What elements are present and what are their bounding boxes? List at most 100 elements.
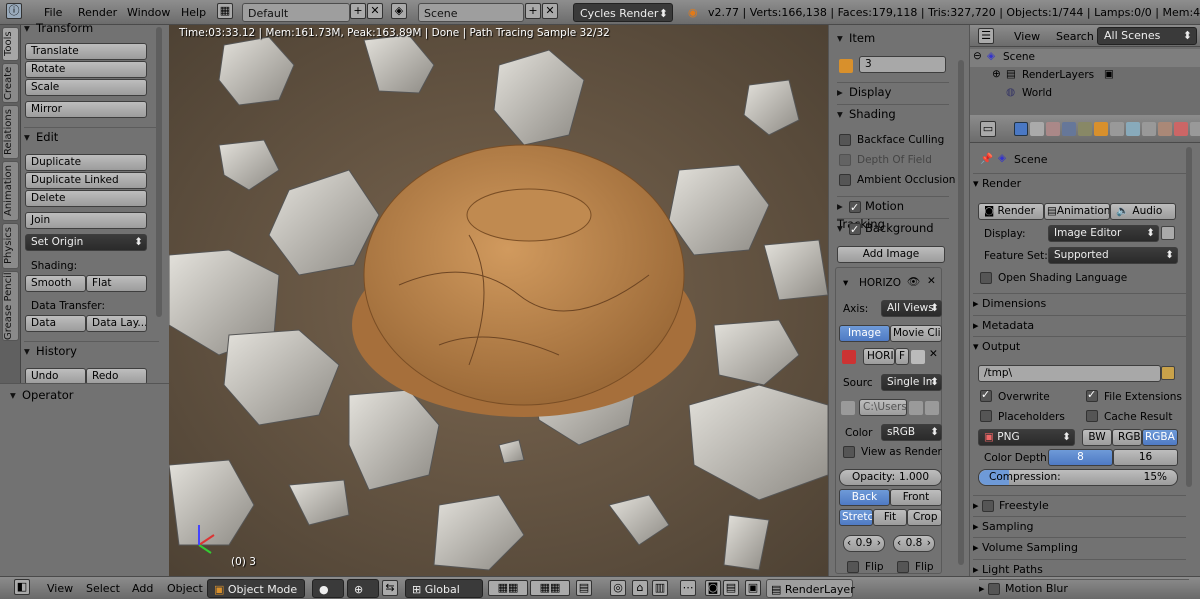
source-dropdown[interactable]: Single Im ⬍	[881, 374, 942, 391]
audio-button[interactable]: 🔈 Audio	[1110, 203, 1176, 220]
axis-dropdown[interactable]: All Views ⬍	[881, 300, 942, 317]
render-button[interactable]: ◙ Render	[978, 203, 1044, 220]
world-tab-icon[interactable]	[1062, 122, 1076, 136]
properties-editor-icon[interactable]: ▭	[980, 121, 996, 137]
output-section-header[interactable]: ▾ Output	[973, 336, 1186, 356]
data-layers-button[interactable]: Data Lay...	[86, 315, 147, 332]
material-tab-icon[interactable]	[1158, 122, 1172, 136]
depth-8-button[interactable]: 8	[1048, 449, 1113, 466]
render-layer-restrict-icon[interactable]: ▣	[1104, 68, 1114, 80]
scene-icon[interactable]: ◈	[391, 3, 407, 19]
fit-button[interactable]: Fit	[873, 509, 907, 526]
outliner-search-menu[interactable]: Search	[1056, 30, 1094, 43]
join-button[interactable]: Join	[25, 212, 147, 229]
rotate-button[interactable]: Rotate	[25, 61, 147, 78]
layout-field[interactable]: Default	[242, 3, 350, 22]
back-button[interactable]: Back	[839, 489, 890, 506]
colorspace-dropdown[interactable]: sRGB ⬍	[881, 424, 942, 441]
menu-add[interactable]: Add	[130, 579, 155, 598]
collapse-icon[interactable]: ⊖	[973, 50, 982, 62]
background-images-header[interactable]: ▾Background Imag	[837, 218, 949, 236]
shading-header[interactable]: ▾ Shading	[837, 104, 949, 122]
view-as-render-checkbox[interactable]	[843, 446, 855, 458]
operator-header[interactable]: ▾ Operator	[10, 386, 159, 404]
manipulator-toggle-icon[interactable]: ⇆	[382, 580, 398, 596]
fake-user-button[interactable]: F	[895, 348, 909, 365]
collapse-triangle-icon[interactable]: ▾	[843, 277, 848, 289]
opacity-slider[interactable]: Opacity: 1.000	[839, 469, 942, 486]
outliner-row-scene[interactable]: ⊖ ◈ Scene	[970, 49, 1200, 67]
flat-button[interactable]: Flat	[86, 275, 147, 292]
smooth-button[interactable]: Smooth	[25, 275, 86, 292]
metadata-section-header[interactable]: ▸ Metadata	[973, 315, 1186, 335]
scale-x-field[interactable]: ‹ 0.9 ›	[843, 535, 885, 552]
file-extensions-checkbox[interactable]	[1086, 388, 1098, 402]
tab-image[interactable]: Image	[839, 325, 890, 342]
history-header[interactable]: ▾ History	[24, 341, 159, 359]
scene-field[interactable]: Scene	[418, 3, 524, 22]
display-dropdown[interactable]: Image Editor ⬍	[1048, 225, 1159, 242]
tab-movie-clip[interactable]: Movie Clip	[890, 325, 942, 342]
expand-icon[interactable]: ⊕	[992, 68, 1001, 80]
tab-relations[interactable]: Relations	[2, 105, 19, 159]
render-tab-icon[interactable]	[1014, 122, 1028, 136]
pin-icon[interactable]: 📌	[980, 152, 993, 165]
freestyle-section-header[interactable]: ▸ Freestyle	[973, 495, 1186, 515]
backface-culling-checkbox[interactable]	[839, 134, 851, 146]
add-image-button[interactable]: Add Image	[837, 246, 945, 263]
mode-dropdown[interactable]: ▣ Object Mode	[207, 579, 305, 598]
compression-slider[interactable]: Compression: 15%	[978, 469, 1178, 486]
object-cube-tab-icon[interactable]	[1094, 122, 1108, 136]
pivot-dropdown[interactable]: ⊕	[347, 579, 379, 598]
front-button[interactable]: Front	[890, 489, 942, 506]
3d-view-editor-icon[interactable]: ◧	[14, 579, 30, 595]
placeholders-checkbox[interactable]	[980, 410, 992, 422]
depth-of-field-checkbox[interactable]	[839, 154, 851, 166]
data-button[interactable]: Data	[25, 315, 86, 332]
tab-grease-pencil[interactable]: Grease Pencil	[2, 271, 19, 341]
opengl-animation-icon[interactable]: ▤	[723, 580, 739, 596]
layers-grid-2-icon[interactable]: ▦▦	[530, 580, 570, 596]
opengl-render-icon[interactable]: ◙	[705, 580, 721, 596]
motion-tracking-header[interactable]: ▸Motion Tracking	[837, 196, 949, 231]
feature-set-dropdown[interactable]: Supported ⬍	[1048, 247, 1178, 264]
folder-icon[interactable]	[1161, 366, 1175, 380]
file-browse-icon[interactable]	[909, 401, 923, 415]
render-layer-icon[interactable]: ▣	[745, 580, 761, 596]
texture-tab-icon[interactable]	[1174, 122, 1188, 136]
n-panel-scrollbar[interactable]	[958, 60, 964, 565]
eye-icon[interactable]: 👁	[907, 275, 920, 288]
outliner-filter-dropdown[interactable]: All Scenes ⬍	[1097, 27, 1197, 45]
sampling-section-header[interactable]: ▸ Sampling	[973, 516, 1186, 536]
tab-animation[interactable]: Animation	[2, 161, 19, 221]
pack-icon[interactable]	[841, 401, 855, 415]
scale-y-field[interactable]: ‹ 0.8 ›	[893, 535, 935, 552]
viewport-shading-dropdown[interactable]: ●	[312, 579, 344, 598]
remove-layout-icon[interactable]: ✕	[367, 3, 383, 19]
cache-result-checkbox[interactable]	[1086, 410, 1098, 422]
orientation-dropdown[interactable]: ⊞ Global	[405, 579, 483, 598]
3d-viewport[interactable]: Time:03:33.12 | Mem:161.73M, Peak:163.89…	[169, 25, 828, 576]
translate-button[interactable]: Translate	[25, 43, 147, 60]
info-editor-icon[interactable]: ⓘ	[6, 3, 22, 19]
scale-button[interactable]: Scale	[25, 79, 147, 96]
bw-button[interactable]: BW	[1082, 429, 1112, 446]
transform-header[interactable]: ▾ Transform	[24, 19, 159, 37]
render-layer-field[interactable]: ▤ RenderLayer	[766, 579, 855, 598]
reload-icon[interactable]	[925, 401, 939, 415]
volume-sampling-section-header[interactable]: ▸ Volume Sampling	[973, 537, 1186, 557]
outliner-row-renderlayers[interactable]: ⊕ ▤ RenderLayers ▣	[970, 67, 1200, 85]
data-tab-icon[interactable]	[1142, 122, 1156, 136]
scene-tab-icon[interactable]	[1046, 122, 1060, 136]
properties-scrollbar[interactable]	[1186, 147, 1192, 487]
remove-scene-icon[interactable]: ✕	[542, 3, 558, 19]
depth-16-button[interactable]: 16	[1113, 449, 1178, 466]
crop-button[interactable]: Crop	[907, 509, 942, 526]
rgba-button[interactable]: RGBA	[1142, 429, 1178, 446]
proportional-edit-icon[interactable]: ◎	[610, 580, 626, 596]
file-format-dropdown[interactable]: ▣ PNG ⬍	[978, 429, 1075, 446]
tab-tools[interactable]: Tools	[2, 27, 19, 61]
stretch-button[interactable]: Stretch	[839, 509, 873, 526]
snap-target-icon[interactable]: ⋯	[680, 580, 696, 596]
unlink-icon[interactable]: ✕	[929, 348, 938, 360]
